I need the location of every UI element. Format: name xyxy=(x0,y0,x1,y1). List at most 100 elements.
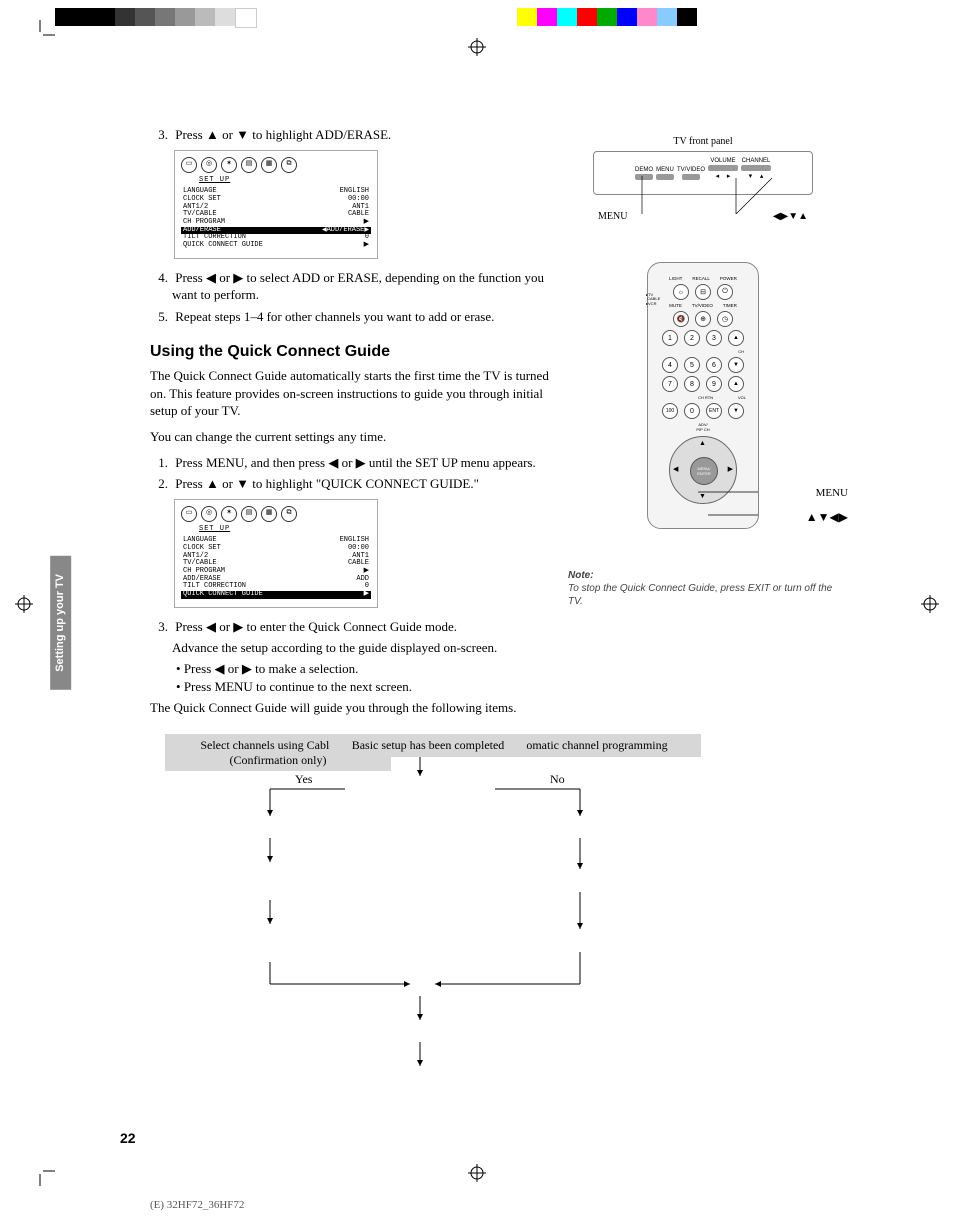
timer-button-icon: ◷ xyxy=(717,311,733,327)
remote-label: RECALL xyxy=(692,276,710,281)
sidebar-illustrations: TV front panel DEMO MENU TV/VIDEO VOLUME… xyxy=(568,126,838,724)
step-text: Press ▲ or ▼ to highlight "QUICK CONNECT… xyxy=(175,476,479,491)
step-text: Repeat steps 1–4 for other channels you … xyxy=(175,309,494,324)
step-3: 3. Press ▲ or ▼ to highlight ADD/ERASE. xyxy=(150,126,550,144)
remote-label: POWER xyxy=(720,276,737,281)
footer-code: (E) 32HF72_36HF72 xyxy=(150,1199,244,1211)
paragraph: The Quick Connect Guide automatically st… xyxy=(150,367,550,420)
chrtn-label: CH RTN xyxy=(698,395,713,400)
osd-screenshot-qcg: ▭ ◎ ✶ ▤ ▦ ⧉ SET UP LANGUAGEENGLISH CLOCK… xyxy=(174,499,378,608)
fp-button-label: CHANNEL xyxy=(742,158,771,164)
osd-tab-icon: ▭ xyxy=(181,506,197,522)
power-button-icon: ⏻ xyxy=(717,284,733,300)
osd-tab-icon: ◎ xyxy=(201,506,217,522)
note-body: To stop the Quick Connect Guide, press E… xyxy=(568,582,838,608)
tvvideo-button-icon: ⊕ xyxy=(695,311,711,327)
qcg-step-3: 3. Press ◀ or ▶ to enter the Quick Conne… xyxy=(150,618,550,636)
osd-value: ▶ xyxy=(364,591,369,599)
leader-lines xyxy=(698,482,798,522)
print-color-bar xyxy=(55,8,954,26)
mute-button-icon: 🔇 xyxy=(673,311,689,327)
flow-label-no: No xyxy=(550,772,565,787)
step-5: 5. Repeat steps 1–4 for other channels y… xyxy=(150,308,550,326)
numpad-button: 9 xyxy=(706,376,722,392)
note-block: Note: To stop the Quick Connect Guide, p… xyxy=(568,569,838,608)
flow-label-yes: Yes xyxy=(295,772,312,787)
numpad-button: 2 xyxy=(684,330,700,346)
light-button-icon: ☼ xyxy=(673,284,689,300)
qcg-step-1: 1. Press MENU, and then press ◀ or ▶ unt… xyxy=(150,454,550,472)
osd-title: SET UP xyxy=(199,177,371,185)
step-4: 4. Press ◀ or ▶ to select ADD or ERASE, … xyxy=(150,269,550,304)
menu-enter-button: MENU/ ENTER xyxy=(690,457,718,485)
note-title: Note: xyxy=(568,569,838,582)
qcg-step-2: 2. Press ▲ or ▼ to highlight "QUICK CONN… xyxy=(150,475,550,493)
osd-tab-icon: ▤ xyxy=(241,506,257,522)
page-number: 22 xyxy=(120,1130,136,1146)
bullet-text: Press MENU to continue to the next scree… xyxy=(184,679,412,694)
remote-label: TIMER xyxy=(723,303,737,308)
osd-title: SET UP xyxy=(199,526,371,534)
osd-label-highlighted: QUICK CONNECT GUIDE xyxy=(183,591,263,599)
paragraph: You can change the current settings any … xyxy=(150,428,550,446)
step-text: Press MENU, and then press ◀ or ▶ until … xyxy=(175,455,535,470)
step-text: Press ◀ or ▶ to enter the Quick Connect … xyxy=(175,619,457,634)
ch-up-icon: ▲ xyxy=(728,330,744,346)
front-panel-title: TV front panel xyxy=(568,136,838,147)
numpad-button: ENT xyxy=(706,403,722,419)
osd-tab-icon: ⧉ xyxy=(281,506,297,522)
osd-tab-icon: ⧉ xyxy=(281,157,297,173)
adv-label: ADV/ PIP CH xyxy=(654,422,752,432)
paragraph: The Quick Connect Guide will guide you t… xyxy=(150,699,550,717)
fp-button-label: MENU xyxy=(656,167,674,173)
numpad-button: 8 xyxy=(684,376,700,392)
flowchart: On-screen display language selection Cab… xyxy=(150,734,710,1104)
osd-tab-icon: ◎ xyxy=(201,157,217,173)
vol-up-icon: ▲ xyxy=(728,376,744,392)
section-tab: Setting up your TV xyxy=(50,556,71,690)
osd-tab-icon: ✶ xyxy=(221,157,237,173)
remote-label: TV/VIDEO xyxy=(692,303,713,308)
osd-tab-icon: ▦ xyxy=(261,506,277,522)
numpad-button: 3 xyxy=(706,330,722,346)
step-subtext: Advance the setup according to the guide… xyxy=(150,639,550,657)
flow-arrows xyxy=(150,734,710,1104)
osd-label: QUICK CONNECT GUIDE xyxy=(183,242,263,250)
vol-down-icon: ▼ xyxy=(728,403,744,419)
flow-box: Basic setup has been completed xyxy=(330,734,526,756)
bullet: • Press MENU to continue to the next scr… xyxy=(150,679,550,695)
fp-button-label: VOLUME xyxy=(710,158,735,164)
numpad-button: 5 xyxy=(684,357,700,373)
remote-lead-arrows: ▲▼◀▶ xyxy=(806,510,848,525)
bullet: • Press ◀ or ▶ to make a selection. xyxy=(150,661,550,677)
numpad-button: 0 xyxy=(684,403,700,419)
remote-lead-menu: MENU xyxy=(816,487,848,499)
fp-button-label: DEMO xyxy=(635,167,653,173)
osd-tab-icon: ▤ xyxy=(241,157,257,173)
osd-tab-icon: ▦ xyxy=(261,157,277,173)
ch-down-icon: ▼ xyxy=(728,357,744,373)
numpad-button: 100 xyxy=(662,403,678,419)
numpad-button: 7 xyxy=(662,376,678,392)
numpad-button: 1 xyxy=(662,330,678,346)
osd-value: ▶ xyxy=(364,242,369,250)
ch-label: CH xyxy=(654,349,744,354)
side-label: VCR xyxy=(648,301,656,306)
numpad-button: 4 xyxy=(662,357,678,373)
osd-tab-icon: ▭ xyxy=(181,157,197,173)
nav-right-icon: ▶ xyxy=(728,465,733,473)
leader-lines xyxy=(594,174,804,214)
osd-value: ADD/ERASE xyxy=(327,226,365,234)
vol-label: VOL xyxy=(738,395,746,400)
section-heading: Using the Quick Connect Guide xyxy=(150,343,550,361)
nav-up-icon: ▲ xyxy=(699,440,706,447)
remote-label: MUTE xyxy=(669,303,682,308)
bullet-text: Press ◀ or ▶ to make a selection. xyxy=(184,661,359,676)
fp-button-label: TV/VIDEO xyxy=(677,167,705,173)
remote-label: LIGHT xyxy=(669,276,682,281)
main-content: 3. Press ▲ or ▼ to highlight ADD/ERASE. … xyxy=(150,126,550,724)
front-panel-diagram: DEMO MENU TV/VIDEO VOLUME◂ ▸ CHANNEL▾ ▴ xyxy=(593,151,813,195)
numpad-button: 6 xyxy=(706,357,722,373)
osd-tab-icon: ✶ xyxy=(221,506,237,522)
step-text: Press ◀ or ▶ to select ADD or ERASE, dep… xyxy=(172,270,544,303)
